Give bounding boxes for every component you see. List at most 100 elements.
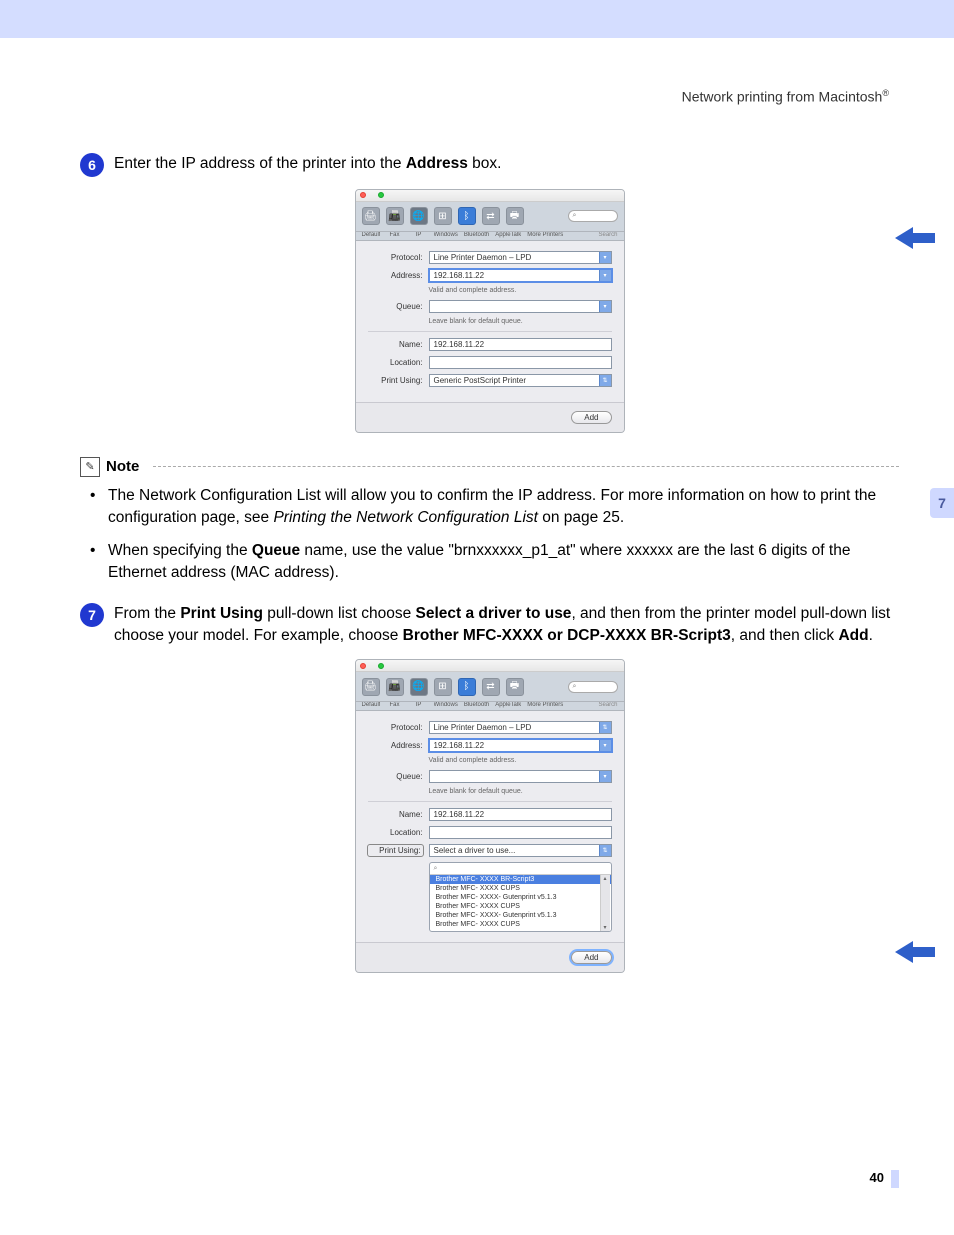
nb2-b1: Queue — [252, 542, 300, 559]
mac-form-area-2: Protocol: Line Printer Daemon – LPD⇅ Add… — [356, 711, 624, 942]
callout-arrow-1 — [895, 225, 935, 251]
queue-hint-2: Leave blank for default queue. — [429, 788, 612, 795]
nb2-t1: When specifying the — [108, 542, 252, 559]
page-content: Network printing from Macintosh® 6 Enter… — [0, 38, 954, 973]
name-field-2: 192.168.11.22 — [429, 808, 612, 821]
note-title: Note — [106, 458, 139, 475]
driver-item-2: Brother MFC- XXXX- Gutenprint v5.1.3 — [430, 893, 611, 902]
windows-icon: ⊞ — [434, 207, 452, 225]
callout-arrow-2 — [895, 939, 935, 965]
location-field-2 — [429, 826, 612, 839]
protocol-value: Line Printer Daemon – LPD — [434, 253, 532, 262]
tb2-lbl-ip: IP — [410, 702, 428, 708]
tb-lbl-windows: Windows — [434, 232, 458, 238]
s7-b3: Brother MFC-XXXX or DCP-XXXX BR-Script3 — [403, 627, 731, 644]
step-7: 7 From the Print Using pull-down list ch… — [80, 603, 899, 648]
toolbar-search-2: ⌕ — [568, 681, 618, 693]
bluetooth-icon: ᛒ — [458, 207, 476, 225]
driver-scrollbar: ▴▾ — [600, 875, 610, 931]
name-value: 192.168.11.22 — [434, 340, 485, 349]
zoom-traffic-light-icon — [378, 192, 384, 198]
protocol-select: Line Printer Daemon – LPD ▾ — [429, 251, 612, 264]
queue-field: ▾ — [429, 300, 612, 313]
mac-titlebar — [356, 190, 624, 202]
note-bullet-2: When specifying the Queue name, use the … — [100, 540, 899, 585]
close-traffic-light-icon — [360, 192, 366, 198]
mac-titlebar-2 — [356, 660, 624, 672]
name-label: Name: — [368, 340, 423, 349]
more-printers-icon: 🖶 — [506, 207, 524, 225]
form-divider-2 — [368, 801, 612, 802]
address-value: 192.168.11.22 — [434, 271, 485, 280]
header-title: Network printing from Macintosh — [682, 89, 883, 105]
address-label: Address: — [368, 271, 423, 280]
printusing-value: Generic PostScript Printer — [434, 376, 526, 385]
s7-t2: pull-down list choose — [263, 605, 416, 622]
tb2-lbl-default: Default — [362, 702, 380, 708]
driver-list: ⌕ Brother MFC- XXXX BR-Script3 Brother M… — [429, 862, 612, 932]
protocol-select-2: Line Printer Daemon – LPD ⇅ — [429, 721, 612, 734]
select-chevron-icon: ⇅ — [599, 722, 611, 733]
toolbar-labels: Default Fax IP Windows Bluetooth AppleTa… — [356, 232, 624, 241]
search-icon: ⌕ — [573, 683, 577, 691]
zoom-traffic-light-icon — [378, 663, 384, 669]
screenshot-1-wrap: 🖨 📠 🌐 ⊞ ᛒ ⇄ 🖶 ⌕ Default Fax IP Windows B… — [80, 189, 899, 433]
tb2-lbl-search: Search — [598, 702, 617, 708]
printusing-select-2: Select a driver to use...⇅ — [429, 844, 612, 857]
toolbar-labels-2: Default Fax IP Windows Bluetooth AppleTa… — [356, 702, 624, 711]
tb2-lbl-more: More Printers — [527, 702, 563, 708]
top-accent-bar — [0, 0, 954, 38]
registered-mark: ® — [882, 88, 889, 98]
mac-footer: Add — [356, 402, 624, 432]
address-value-2: 192.168.11.22 — [434, 741, 485, 750]
fax-icon: 📠 — [386, 207, 404, 225]
select-chevron-icon: ▾ — [599, 252, 611, 263]
note-rule — [153, 466, 899, 467]
location-row-2: Location: — [368, 826, 612, 839]
page-number-accent — [891, 1170, 899, 1188]
s7-b2: Select a driver to use — [416, 605, 572, 622]
scroll-down-icon: ▾ — [603, 924, 606, 931]
s7-t4: , and then click — [731, 627, 839, 644]
driver-item-3: Brother MFC- XXXX CUPS — [430, 902, 611, 911]
printusing-row: Print Using: Generic PostScript Printer ⇅ — [368, 374, 612, 387]
queue-chevron-icon: ▾ — [599, 771, 611, 782]
appletalk-icon: ⇄ — [482, 207, 500, 225]
protocol-value-2: Line Printer Daemon – LPD — [434, 723, 532, 732]
s7-b1: Print Using — [180, 605, 263, 622]
printusing-label-2: Print Using: — [368, 845, 423, 856]
address-hint: Valid and complete address. — [429, 287, 612, 294]
form-divider — [368, 331, 612, 332]
driver-item-4: Brother MFC- XXXX- Gutenprint v5.1.3 — [430, 911, 611, 920]
tb2-lbl-bluetooth: Bluetooth — [464, 702, 489, 708]
name-row-2: Name: 192.168.11.22 — [368, 808, 612, 821]
tb-lbl-ip: IP — [410, 232, 428, 238]
tb-lbl-default: Default — [362, 232, 380, 238]
tb-lbl-more: More Printers — [527, 232, 563, 238]
location-label: Location: — [368, 358, 423, 367]
address-row: Address: 192.168.11.22▾ — [368, 269, 612, 282]
driver-search: ⌕ — [430, 863, 611, 875]
mac-toolbar: 🖨 📠 🌐 ⊞ ᛒ ⇄ 🖶 ⌕ — [356, 202, 624, 232]
queue-field-2: ▾ — [429, 770, 612, 783]
pu-chevron-icon: ⇅ — [599, 375, 611, 386]
address-hint-2: Valid and complete address. — [429, 757, 612, 764]
driver-item-5: Brother MFC- XXXX CUPS — [430, 920, 611, 929]
nb1-t2: on page 25. — [538, 509, 624, 526]
s7-t1: From the — [114, 605, 180, 622]
step-6-text: Enter the IP address of the printer into… — [114, 153, 899, 175]
protocol-label-2: Protocol: — [368, 723, 423, 732]
search-icon: ⌕ — [573, 212, 577, 220]
queue-row: Queue: ▾ — [368, 300, 612, 313]
add-button: Add — [571, 411, 611, 424]
printusing-value-2: Select a driver to use... — [434, 846, 516, 855]
name-value-2: 192.168.11.22 — [434, 810, 485, 819]
printusing-row-2: Print Using: Select a driver to use...⇅ — [368, 844, 612, 857]
mac-toolbar-2: 🖨 📠 🌐 ⊞ ᛒ ⇄ 🖶 ⌕ — [356, 672, 624, 702]
s7-b4: Add — [838, 627, 868, 644]
queue-label: Queue: — [368, 302, 423, 311]
protocol-label: Protocol: — [368, 253, 423, 262]
address-chevron-icon: ▾ — [599, 740, 611, 751]
step-6-badge: 6 — [80, 153, 104, 177]
printusing-label: Print Using: — [368, 376, 423, 385]
